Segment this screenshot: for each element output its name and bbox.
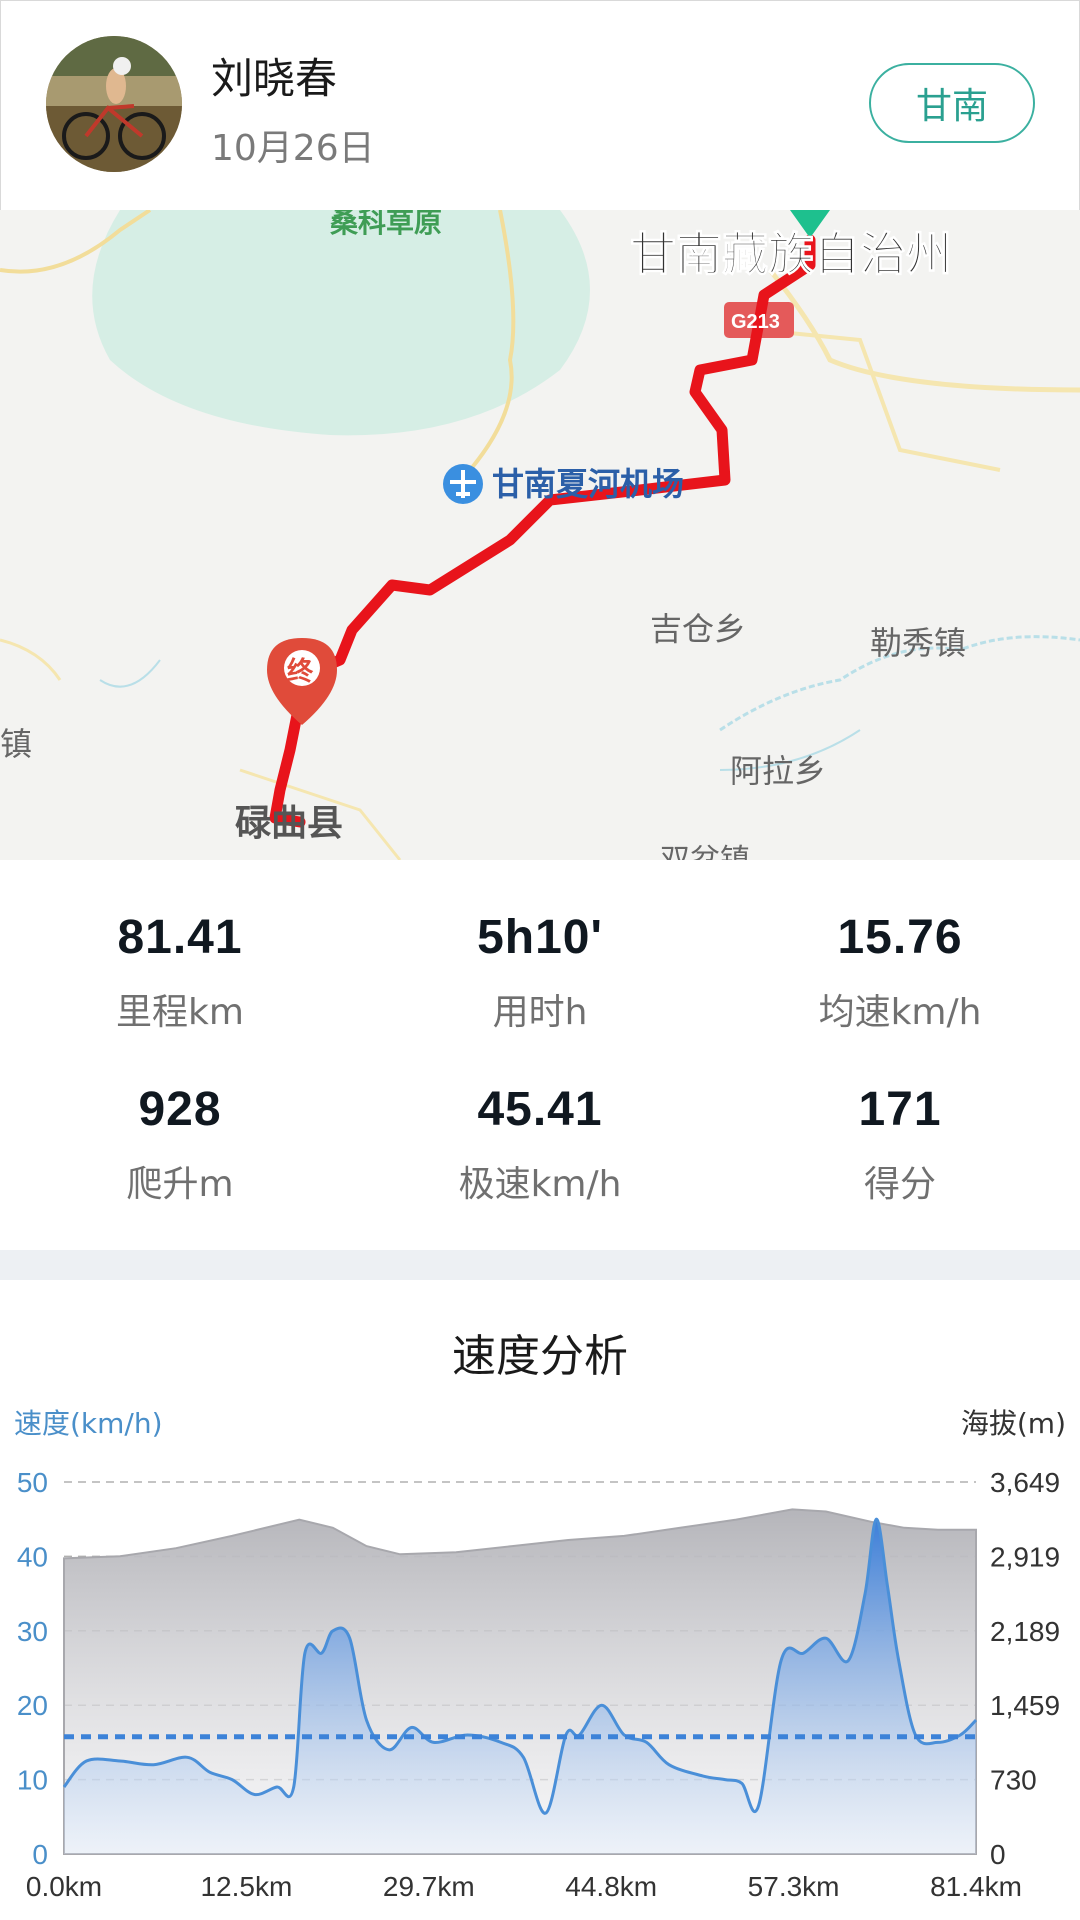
stat-label: 得分: [863, 1164, 936, 1205]
y-right-tick-label: 2,189: [990, 1616, 1060, 1647]
speed-analysis-section: 速度分析 速度(km/h) 海拔(m) 0 0 10 730 20 1,459 30 2,18…: [0, 1280, 1080, 1920]
y-left-tick-label: 50: [17, 1467, 48, 1498]
stat-duration: 5h10' 用时h: [360, 910, 720, 1035]
user-name: 刘晓春: [211, 54, 338, 103]
stat-distance: 81.41 里程km: [0, 910, 360, 1035]
map-label-prefecture: 甘南藏族自治州: [630, 227, 952, 281]
ride-date: 10月26日: [211, 128, 375, 169]
map-label-zhen: 镇: [0, 725, 32, 763]
stat-value: 5h10': [477, 911, 603, 964]
stat-value: 171: [858, 1083, 942, 1136]
map-canvas: 桑科草原 甘南藏族自治州 G213 甘南夏河机场 吉仓乡 勒秀镇 镇 阿拉乡 碌…: [0, 210, 1080, 860]
speed-chart[interactable]: 0 0 10 730 20 1,459 30 2,189 40 2,919 50 3,649 0.0km…: [0, 1280, 1080, 1920]
y-right-tick-label: 0: [990, 1839, 1006, 1870]
map-label-county: 碌曲县: [235, 803, 343, 844]
y-right-tick-label: 730: [990, 1765, 1037, 1796]
x-tick-label: 57.3km: [748, 1871, 840, 1902]
stat-label: 用时h: [492, 992, 588, 1033]
stat-label: 均速km/h: [818, 992, 982, 1033]
map-label-airport: 甘南夏河机场: [492, 465, 684, 503]
region-button[interactable]: 甘南: [869, 63, 1035, 143]
y-right-tick-label: 1,459: [990, 1690, 1060, 1721]
y-right-tick-label: 2,919: [990, 1541, 1060, 1572]
y-right-tick-label: 3,649: [990, 1467, 1060, 1498]
stat-max-speed: 45.41 极速km/h: [360, 1082, 720, 1207]
route-map[interactable]: 桑科草原 甘南藏族自治州 G213 甘南夏河机场 吉仓乡 勒秀镇 镇 阿拉乡 碌…: [0, 210, 1080, 860]
stat-label: 极速km/h: [458, 1164, 622, 1205]
x-tick-label: 29.7km: [383, 1871, 475, 1902]
x-tick-label: 81.4km: [930, 1871, 1022, 1902]
map-label-lexiu: 勒秀镇: [870, 624, 966, 662]
avatar[interactable]: [46, 36, 182, 172]
y-left-tick-label: 10: [17, 1765, 48, 1796]
stat-value: 928: [138, 1083, 222, 1136]
avatar-image-icon: [46, 36, 182, 172]
x-tick-label: 0.0km: [26, 1871, 102, 1902]
map-label-jicang: 吉仓乡: [650, 610, 746, 648]
stat-value: 15.76: [837, 911, 963, 964]
map-label-shuangcha: 双岔镇: [660, 843, 750, 860]
stat-climb: 928 爬升m: [0, 1082, 360, 1207]
y-left-tick-label: 0: [32, 1839, 48, 1870]
y-left-tick-label: 20: [17, 1690, 48, 1721]
section-divider: [0, 1250, 1080, 1280]
stat-score: 171 得分: [720, 1082, 1080, 1207]
stat-avg-speed: 15.76 均速km/h: [720, 910, 1080, 1035]
y-left-tick-label: 30: [17, 1616, 48, 1647]
ride-stats: 81.41 里程km 5h10' 用时h 15.76 均速km/h 928 爬升…: [0, 860, 1080, 1250]
stat-label: 里程km: [116, 992, 244, 1033]
map-label-ala: 阿拉乡: [730, 752, 826, 790]
x-tick-label: 12.5km: [200, 1871, 292, 1902]
ride-header: 刘晓春 10月26日 甘南: [0, 0, 1080, 210]
x-tick-label: 44.8km: [565, 1871, 657, 1902]
stat-value: 45.41: [477, 1083, 603, 1136]
stat-value: 81.41: [117, 911, 243, 964]
stat-label: 爬升m: [126, 1164, 234, 1205]
map-label-road: G213: [731, 311, 780, 333]
map-label-grassland: 桑科草原: [330, 210, 442, 239]
y-left-tick-label: 40: [17, 1541, 48, 1572]
end-marker-label: 终: [287, 656, 314, 687]
grassland-area: [92, 210, 590, 436]
